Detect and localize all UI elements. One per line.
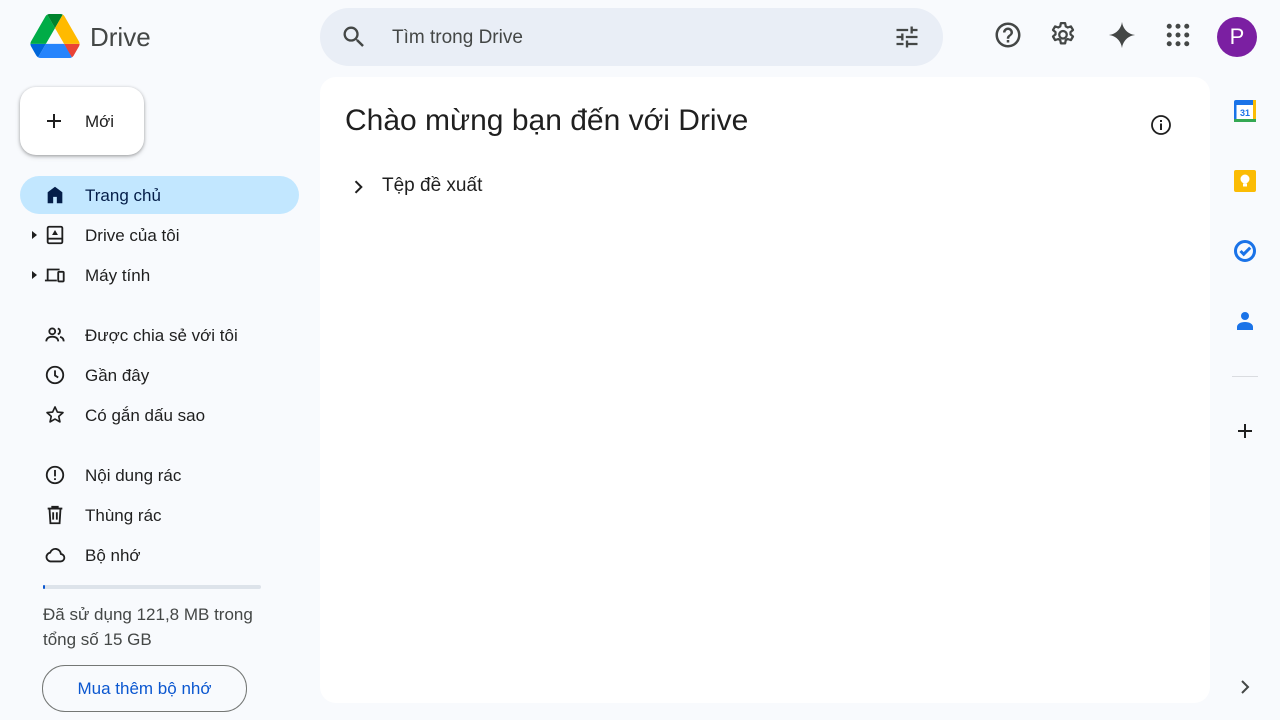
sidebar-item-label: Nội dung rác	[85, 466, 182, 485]
search-bar[interactable]	[320, 8, 943, 66]
sidebar-item-label: Drive của tôi	[85, 226, 180, 245]
sidebar-item-shared[interactable]: Được chia sẻ với tôi	[20, 316, 299, 354]
my-drive-icon	[46, 225, 64, 245]
info-icon[interactable]	[1149, 113, 1173, 137]
tasks-icon[interactable]	[1233, 239, 1257, 263]
storage-usage-text: Đã sử dụng 121,8 MB trong tổng số 15 GB	[43, 605, 253, 649]
sidebar-item-trash[interactable]: Thùng rác	[20, 496, 299, 534]
calendar-icon[interactable]: 31	[1233, 99, 1257, 123]
add-icon[interactable]	[1233, 419, 1257, 443]
new-button[interactable]: Mới	[20, 87, 144, 155]
caret-right-icon[interactable]	[32, 231, 37, 239]
storage-progress-bar	[43, 585, 261, 589]
sidebar-item-label: Được chia sẻ với tôi	[85, 326, 238, 345]
trash-icon	[47, 505, 63, 525]
home-icon	[47, 186, 63, 204]
avatar[interactable]: P	[1217, 17, 1257, 57]
apps-grid-icon[interactable]	[1163, 20, 1193, 50]
buy-storage-button[interactable]: Mua thêm bộ nhớ	[42, 665, 247, 712]
gemini-icon[interactable]	[1107, 20, 1137, 50]
sidebar-item-starred[interactable]: Có gắn dấu sao	[20, 396, 299, 434]
suggested-files-toggle[interactable]: Tệp đề xuất	[382, 175, 482, 197]
sidebar-item-spam[interactable]: Nội dung rác	[20, 456, 299, 494]
new-button-label: Mới	[85, 112, 115, 131]
keep-icon[interactable]	[1233, 169, 1257, 193]
sidebar-item-label: Bộ nhớ	[85, 546, 141, 565]
sidebar-item-computers[interactable]: Máy tính	[20, 256, 299, 294]
search-icon[interactable]	[340, 23, 368, 51]
main-content: Chào mừng bạn đến với Drive Tệp đề xuất	[320, 77, 1210, 703]
expand-icon[interactable]	[1233, 675, 1257, 699]
page-title: Chào mừng bạn đến với Drive	[345, 104, 749, 137]
contacts-icon[interactable]	[1233, 309, 1257, 333]
sidebar-item-label: Trang chủ	[85, 186, 161, 205]
sidebar-item-recent[interactable]: Gần đây	[20, 356, 299, 394]
caret-right-icon[interactable]	[32, 271, 37, 279]
plus-icon	[47, 114, 61, 128]
search-input[interactable]	[390, 22, 874, 54]
storage-progress-fill	[43, 585, 45, 589]
help-icon[interactable]	[993, 20, 1023, 50]
shared-icon	[45, 327, 65, 342]
sidebar-item-home[interactable]: Trang chủ	[20, 176, 299, 214]
filter-icon[interactable]	[893, 23, 921, 51]
app-name[interactable]: Drive	[90, 22, 151, 53]
clock-icon	[45, 365, 65, 385]
calendar-day-text: 31	[1240, 108, 1250, 118]
computers-icon	[44, 268, 65, 283]
sidebar-item-label: Gần đây	[85, 366, 150, 385]
chevron-right-icon[interactable]	[348, 177, 368, 197]
sidebar-item-label: Thùng rác	[85, 506, 162, 525]
settings-icon[interactable]	[1048, 20, 1078, 50]
sidebar-item-my-drive[interactable]: Drive của tôi	[20, 216, 299, 254]
drive-logo-icon[interactable]	[30, 14, 80, 58]
sidebar-item-label: Máy tính	[85, 266, 151, 285]
sidebar-item-storage[interactable]: Bộ nhớ	[20, 536, 299, 574]
cloud-icon	[45, 548, 66, 563]
sidebar-item-label: Có gắn dấu sao	[85, 406, 206, 425]
spam-icon	[45, 465, 65, 485]
star-icon	[46, 406, 64, 423]
rail-divider	[1232, 376, 1258, 377]
